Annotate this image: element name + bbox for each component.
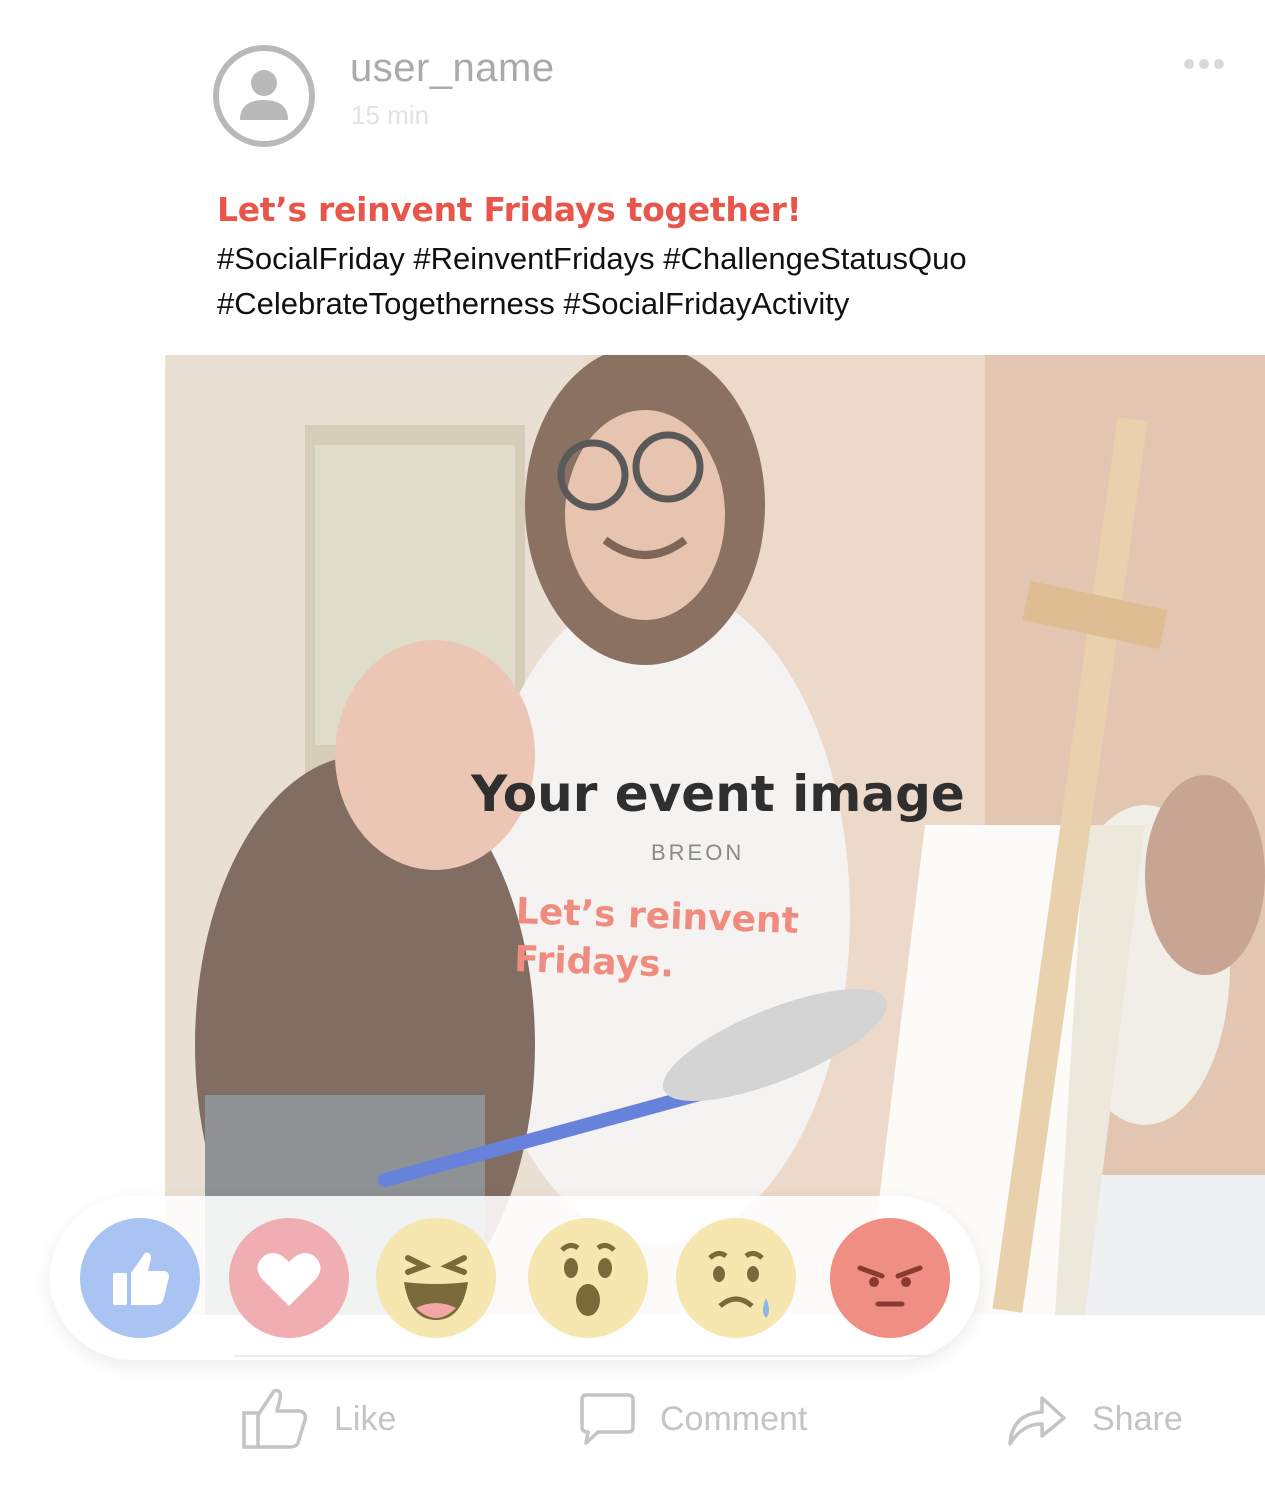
thumbs-up-icon xyxy=(113,1252,169,1305)
shirt-slogan-line-2: Fridays. xyxy=(513,939,675,986)
reaction-wow-button[interactable] xyxy=(528,1218,648,1338)
angry-face-icon xyxy=(857,1265,923,1307)
share-label: Share xyxy=(1092,1399,1183,1438)
reaction-angry-button[interactable] xyxy=(830,1218,950,1338)
like-button[interactable]: Like xyxy=(240,1384,396,1454)
image-placeholder-caption: Your event image xyxy=(471,765,965,823)
reaction-sad-button[interactable] xyxy=(676,1218,796,1338)
sad-face-icon xyxy=(708,1250,769,1318)
share-arrow-icon xyxy=(1008,1396,1066,1446)
like-label: Like xyxy=(334,1399,397,1438)
shirt-brand-text: BREON xyxy=(651,840,745,865)
surprised-face-icon xyxy=(560,1242,616,1316)
post-title: Let’s reinvent Fridays together! xyxy=(217,190,802,229)
comment-bubble-icon xyxy=(580,1393,635,1445)
share-button[interactable]: Share xyxy=(1006,1384,1183,1454)
heart-icon xyxy=(257,1253,321,1306)
avatar-icon[interactable] xyxy=(212,44,316,148)
thumbs-up-outline-icon xyxy=(242,1388,308,1449)
shirt-slogan: Let’s reinvent Fridays. xyxy=(513,888,800,994)
hashtags-line-2: #CelebrateTogetherness #SocialFridayActi… xyxy=(217,286,850,321)
laughing-face-icon xyxy=(404,1255,468,1320)
image-overlay xyxy=(165,355,1265,1315)
post-time: 15 min xyxy=(351,100,430,130)
actions-divider xyxy=(234,1355,930,1357)
more-options-icon[interactable] xyxy=(1182,57,1226,71)
event-image[interactable]: BREON Let’s reinvent Fridays. Your event… xyxy=(165,355,1265,1315)
comment-label: Comment xyxy=(660,1399,808,1438)
comment-button[interactable]: Comment xyxy=(578,1384,807,1454)
post-hashtags: #SocialFriday #ReinventFridays #Challeng… xyxy=(217,236,1117,326)
reaction-haha-button[interactable] xyxy=(376,1218,496,1338)
username[interactable]: user_name xyxy=(350,46,555,91)
reaction-love-button[interactable] xyxy=(229,1218,349,1338)
hashtags-line-1: #SocialFriday #ReinventFridays #Challeng… xyxy=(217,241,967,276)
reaction-like-button[interactable] xyxy=(80,1218,200,1338)
